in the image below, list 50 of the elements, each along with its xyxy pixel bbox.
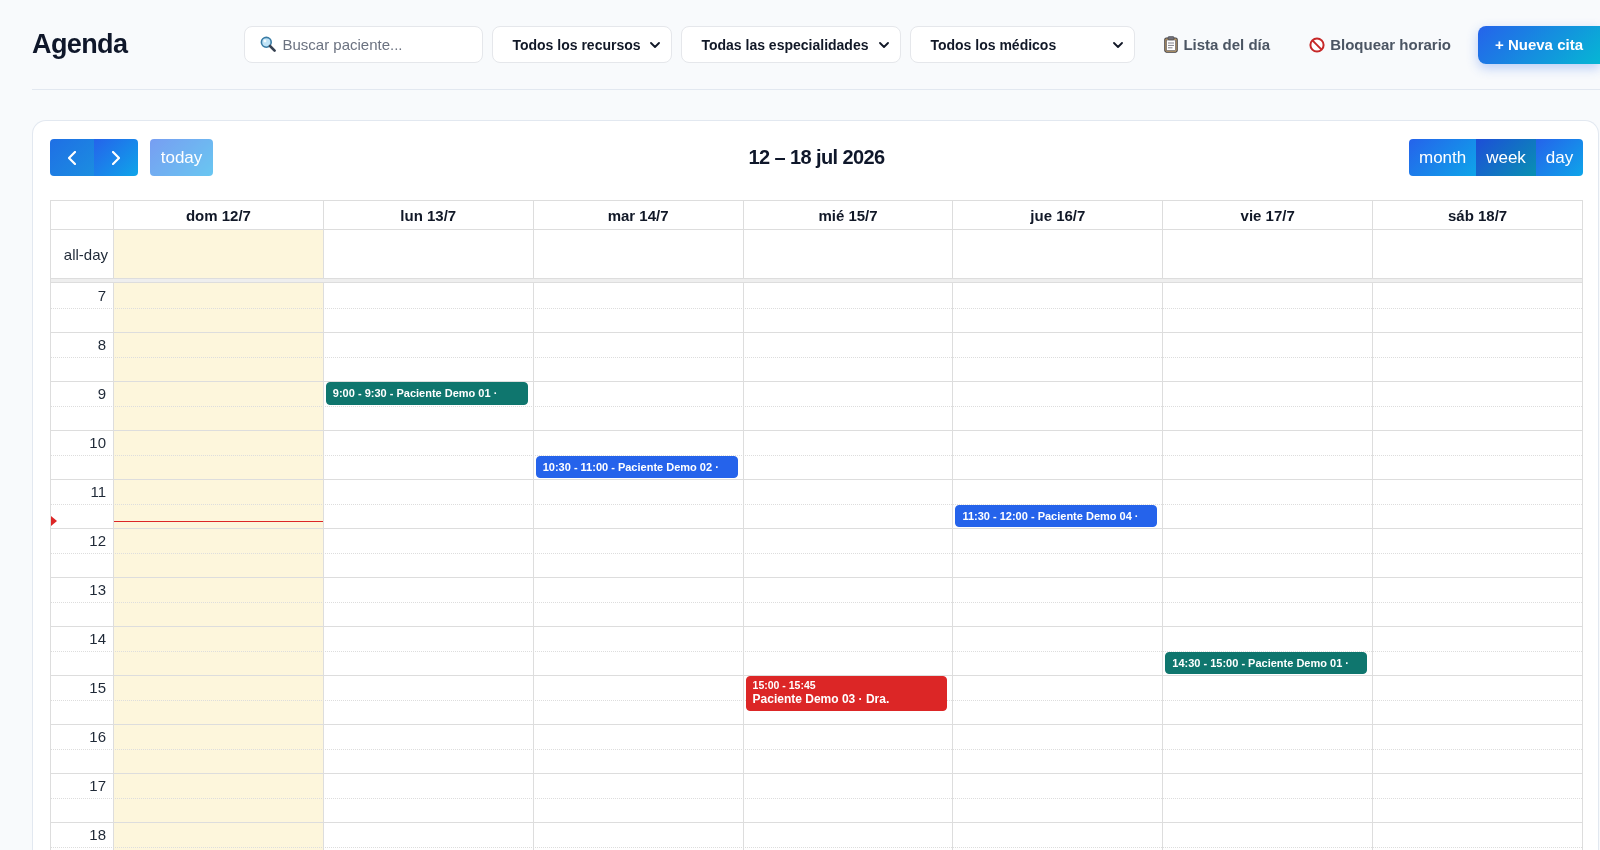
new-appointment-button[interactable]: + Nueva cita — [1478, 25, 1600, 64]
chevron-down-icon — [879, 41, 890, 48]
chevron-down-icon — [650, 41, 661, 48]
clipboard-icon — [1164, 36, 1179, 53]
column-header: mar 14/7 — [532, 201, 743, 229]
all-day-label: all-day — [63, 245, 108, 263]
hour-label: 18 — [89, 826, 106, 843]
appointment-event[interactable]: 9:00 - 9:30 - Paciente Demo 01 · — [325, 382, 528, 405]
column-header: sáb 18/7 — [1372, 201, 1582, 229]
date-range-title: 12 – 18 jul 2026 — [748, 146, 885, 169]
hour-label: 7 — [97, 287, 106, 304]
search-icon — [260, 36, 277, 52]
hour-label: 13 — [89, 581, 106, 598]
filter-dropdown[interactable]: Todos los médicos — [910, 26, 1136, 63]
column-header: jue 16/7 — [952, 201, 1163, 229]
event-title: Paciente Demo 03 · Dra. — [752, 692, 891, 707]
view-tab[interactable]: week — [1476, 139, 1536, 176]
hour-label: 11 — [90, 483, 106, 500]
filter-dropdown[interactable]: Todas las especialidades — [681, 26, 902, 63]
event-time: 15:00 - 15:45 — [752, 679, 817, 692]
appointment-event[interactable]: 15:00 - 15:45 Paciente Demo 03 · Dra. — [745, 676, 948, 711]
filter-dropdown[interactable]: Todos los recursos — [492, 26, 673, 63]
hour-label: 8 — [97, 336, 106, 353]
chevron-left-icon — [68, 150, 76, 165]
hour-label: 12 — [89, 532, 106, 549]
hour-label: 17 — [89, 777, 106, 794]
column-header: lun 13/7 — [322, 201, 533, 229]
next-button[interactable] — [94, 139, 138, 176]
chevron-down-icon — [1113, 41, 1124, 48]
hour-label: 9 — [97, 385, 106, 402]
view-tab[interactable]: day — [1536, 139, 1583, 176]
day-list-button[interactable]: Lista del día — [1150, 26, 1285, 63]
hour-label: 15 — [89, 679, 106, 696]
previous-button[interactable] — [50, 139, 94, 176]
appointment-event[interactable]: 11:30 - 12:00 - Paciente Demo 04 · — [955, 504, 1158, 527]
page-title: Agenda — [32, 29, 128, 60]
hour-label: 16 — [89, 728, 106, 745]
hour-label: 10 — [89, 434, 106, 451]
hour-label: 14 — [89, 630, 106, 647]
column-header: mié 15/7 — [742, 201, 953, 229]
column-header: dom 12/7 — [113, 201, 323, 229]
column-header: vie 17/7 — [1162, 201, 1373, 229]
appointment-event[interactable]: 14:30 - 15:00 - Paciente Demo 01 · — [1165, 651, 1368, 674]
appointment-event[interactable]: 10:30 - 11:00 - Paciente Demo 02 · — [535, 455, 738, 478]
triangle-marker-icon — [51, 516, 57, 527]
view-tab[interactable]: month — [1409, 139, 1476, 176]
prohibited-icon — [1309, 36, 1326, 53]
chevron-right-icon — [112, 150, 120, 165]
search-field[interactable]: Buscar paciente... — [244, 26, 484, 63]
block-time-button[interactable]: Bloquear horario — [1295, 26, 1465, 63]
